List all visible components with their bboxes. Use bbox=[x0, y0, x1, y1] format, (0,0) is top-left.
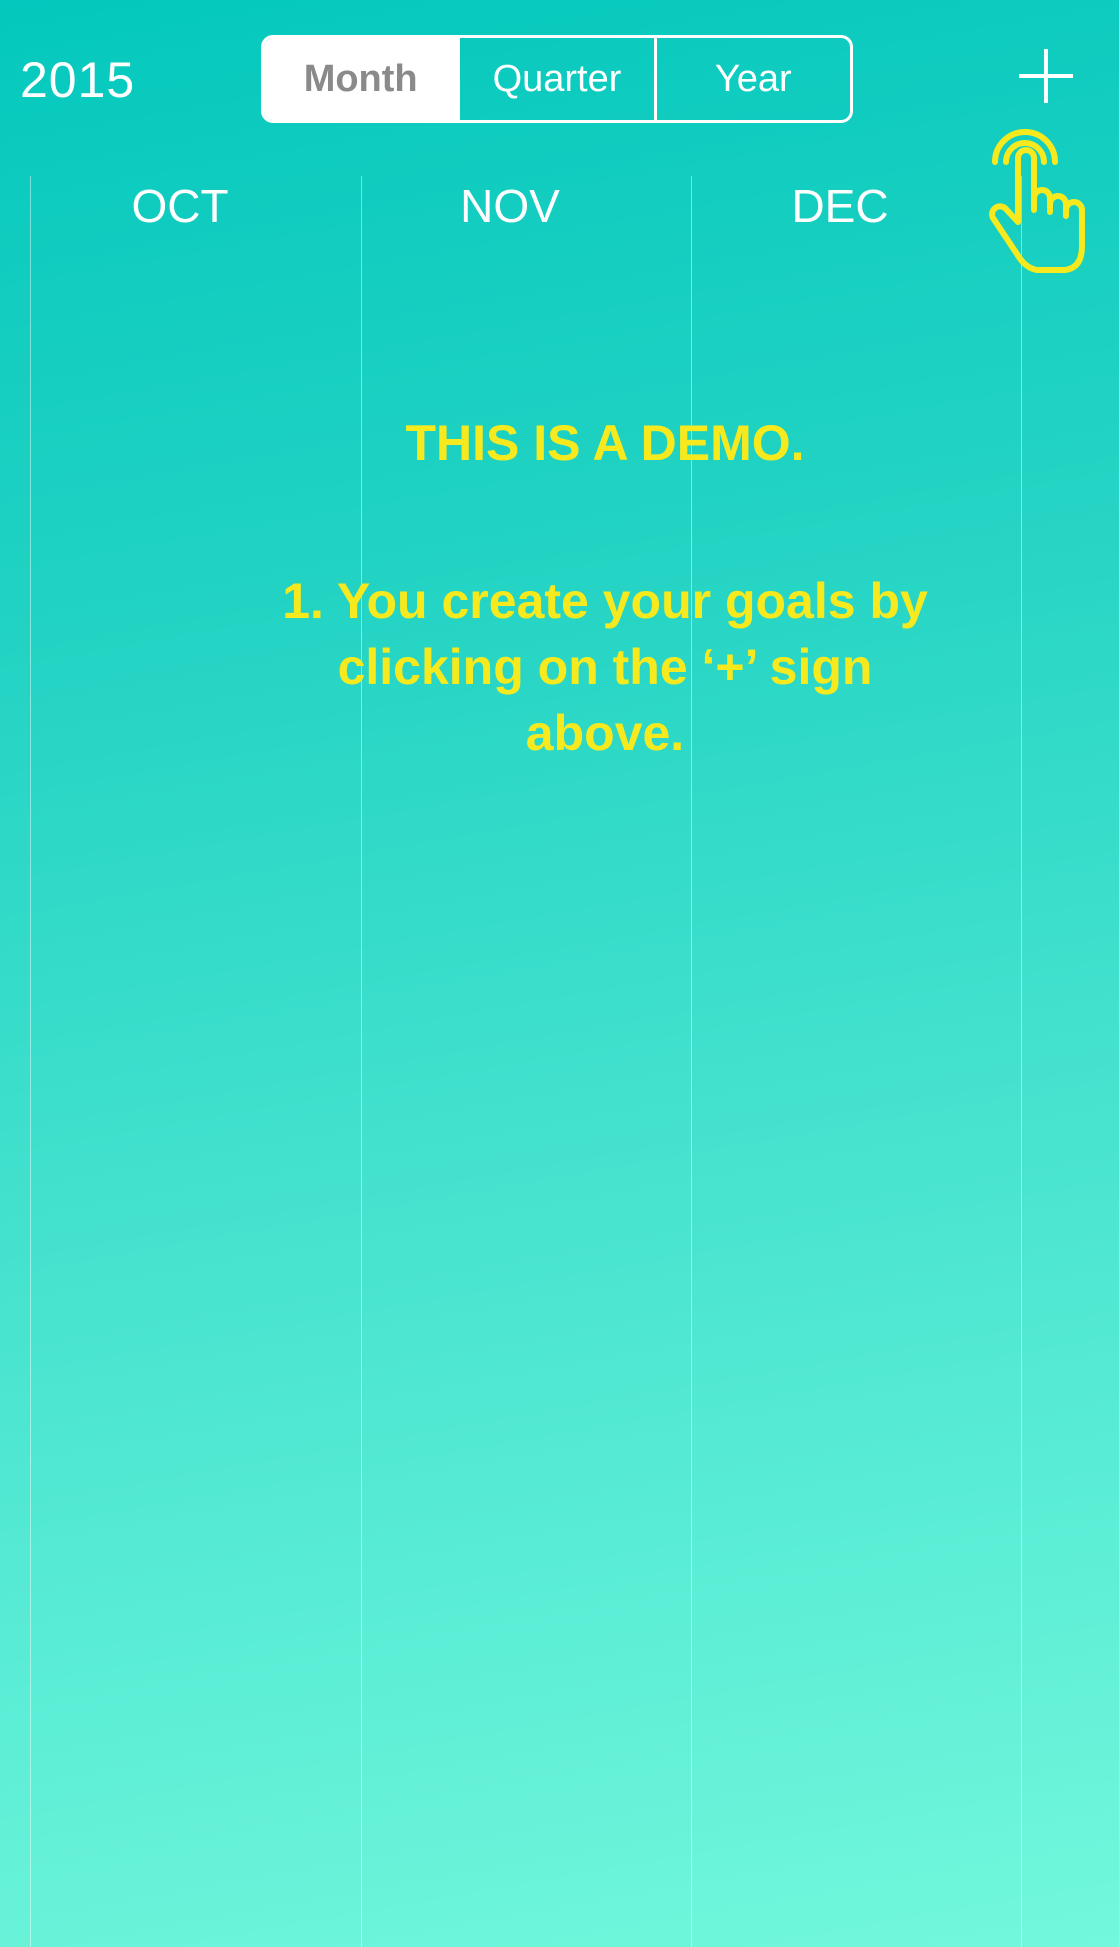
demo-instruction: 1. You create your goals by clicking on … bbox=[282, 573, 928, 761]
app-screen: 2015 Month Quarter Year OCT NOV DEC THIS… bbox=[0, 0, 1119, 1947]
month-label-nov: NOV bbox=[460, 180, 560, 232]
month-label-dec: DEC bbox=[791, 180, 889, 232]
plus-icon[interactable] bbox=[1015, 45, 1077, 107]
period-segmented-control: Month Quarter Year bbox=[261, 35, 853, 123]
tap-hand-icon bbox=[989, 129, 1085, 273]
column-divider bbox=[1021, 176, 1022, 1947]
segment-year[interactable]: Year bbox=[653, 38, 850, 120]
segment-quarter[interactable]: Quarter bbox=[457, 38, 653, 120]
year-label: 2015 bbox=[20, 52, 136, 108]
segment-month[interactable]: Month bbox=[264, 38, 458, 120]
demo-title: THIS IS A DEMO. bbox=[405, 415, 805, 471]
column-divider bbox=[30, 176, 31, 1947]
month-label-oct: OCT bbox=[131, 180, 229, 232]
